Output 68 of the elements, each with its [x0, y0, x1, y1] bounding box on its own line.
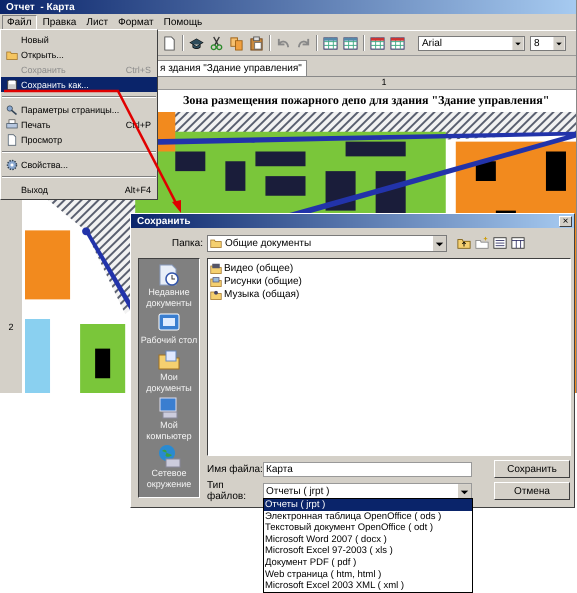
- font-combo[interactable]: Arial: [418, 36, 525, 50]
- printer-icon: [6, 118, 18, 130]
- file-type-option[interactable]: Web страница ( htm, html ): [264, 568, 472, 580]
- menu-entry[interactable]: Параметры страницы...: [1, 102, 157, 117]
- folder-item[interactable]: Рисунки (общие): [210, 275, 568, 288]
- folder-icon: [157, 348, 181, 372]
- copy-icon[interactable]: [229, 36, 244, 50]
- menu-item[interactable]: Формат: [114, 16, 158, 28]
- report-title: Зона размещения пожарного депо для здания "Здание управления": [183, 93, 550, 108]
- file-type-label: Тип файлов:: [207, 480, 247, 502]
- page-icon[interactable]: [162, 36, 177, 50]
- table-icon[interactable]: [323, 36, 338, 50]
- file-name-label: Имя файла:: [207, 464, 263, 474]
- floppy-icon: [6, 78, 18, 90]
- folder-item[interactable]: Музыка (общая): [210, 288, 568, 301]
- folder-up-icon[interactable]: [457, 236, 471, 250]
- file-type-dropdown[interactable]: Отчеты ( jrpt ): [263, 482, 472, 500]
- folder-icon: [210, 262, 222, 274]
- gear-icon: [6, 158, 18, 170]
- menu-item[interactable]: Помощь: [160, 16, 206, 28]
- font-size-combo[interactable]: 8: [530, 36, 566, 50]
- folder-label: Папка:: [170, 238, 203, 248]
- dialog-title: Сохранить: [137, 216, 191, 226]
- menu-item[interactable]: Правка: [38, 16, 80, 28]
- globe-icon: [157, 444, 181, 468]
- table-icon[interactable]: [343, 36, 358, 50]
- folder-icon: [210, 288, 222, 300]
- column-header: 1: [381, 77, 386, 89]
- file-type-option[interactable]: Электронная таблица OpenOffice ( ods ): [264, 510, 472, 522]
- table-icon[interactable]: [390, 36, 405, 50]
- place-item[interactable]: Мои документы: [139, 348, 199, 394]
- place-item[interactable]: Сетевое окружение: [139, 444, 199, 490]
- page-icon: [6, 134, 18, 146]
- file-type-option[interactable]: Отчеты ( jrpt ): [264, 499, 472, 511]
- place-item[interactable]: Недавние документы: [139, 263, 199, 309]
- folder-dropdown[interactable]: Общие документы: [207, 234, 447, 252]
- menu-item[interactable]: Лист: [82, 16, 112, 28]
- clipboard-icon[interactable]: [249, 36, 264, 50]
- list-view-icon[interactable]: [493, 236, 507, 250]
- menu-entry[interactable]: Просмотр: [1, 132, 157, 147]
- file-type-option[interactable]: Текстовый документ OpenOffice ( odt ): [264, 522, 472, 534]
- row-number: 2: [8, 322, 14, 333]
- save-button[interactable]: Сохранить: [494, 460, 570, 478]
- clock-icon: [157, 263, 181, 287]
- menu-entry[interactable]: Выход Alt+F4: [1, 182, 157, 197]
- table-icon[interactable]: [370, 36, 385, 50]
- details-view-icon[interactable]: [511, 236, 525, 250]
- folder-icon: [6, 48, 18, 60]
- menu-entry[interactable]: Открыть...: [1, 47, 157, 62]
- hat-icon[interactable]: [189, 36, 204, 50]
- file-type-option[interactable]: Microsoft Word 2007 ( docx ): [264, 534, 472, 546]
- scissors-icon[interactable]: [209, 36, 224, 50]
- file-type-option[interactable]: Microsoft Excel 97-2003 ( xls ): [264, 545, 472, 557]
- file-type-option[interactable]: Документ PDF ( pdf ): [264, 556, 472, 569]
- folder-item[interactable]: Видео (общее): [210, 262, 568, 275]
- menu-entry[interactable]: Сохранить как...: [1, 77, 157, 92]
- menu-entry[interactable]: Новый: [1, 32, 157, 47]
- menu-entry[interactable]: Свойства...: [1, 157, 157, 172]
- cancel-button[interactable]: Отмена: [494, 482, 570, 500]
- folder-icon: [210, 237, 222, 249]
- place-item[interactable]: Мой компьютер: [139, 396, 199, 442]
- folder-icon: [210, 276, 222, 288]
- place-item[interactable]: Рабочий стол: [139, 311, 199, 346]
- sheet-tab[interactable]: я здания "Здание управления": [155, 60, 307, 76]
- window-title: Отчет - Карта: [6, 2, 75, 12]
- close-button[interactable]: ×: [559, 216, 572, 226]
- file-name-field[interactable]: Карта: [263, 462, 472, 476]
- file-type-option[interactable]: Microsoft Excel 2003 XML ( xml ): [264, 580, 472, 592]
